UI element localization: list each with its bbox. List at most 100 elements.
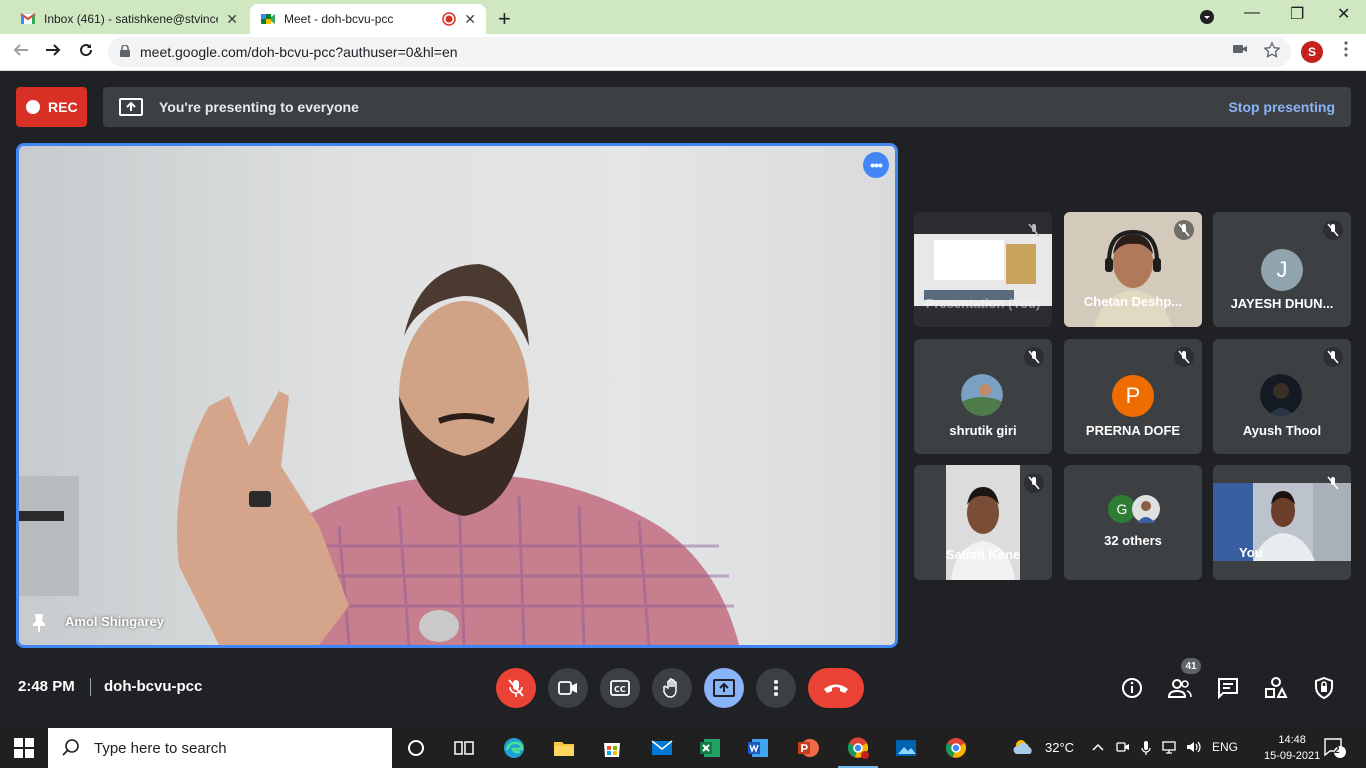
captions-icon: CC bbox=[610, 680, 630, 696]
more-options-button[interactable] bbox=[756, 668, 796, 708]
people-icon[interactable] bbox=[1168, 676, 1192, 700]
muted-icon bbox=[1024, 347, 1044, 367]
svg-text:CC: CC bbox=[614, 685, 626, 694]
browser-toolbar: meet.google.com/doh-bcvu-pcc?authuser=0&… bbox=[0, 34, 1366, 71]
cortana-icon[interactable] bbox=[404, 736, 428, 760]
clock-date: 15-09-2021 bbox=[1264, 750, 1321, 762]
participant-avatar: P bbox=[1112, 375, 1154, 417]
microphone-tray-icon[interactable] bbox=[1140, 740, 1152, 756]
info-icon[interactable] bbox=[1120, 676, 1144, 700]
participant-count-badge: 41 bbox=[1181, 658, 1201, 674]
weather-temp[interactable]: 32°C bbox=[1045, 740, 1074, 755]
network-icon[interactable] bbox=[1162, 740, 1176, 754]
rec-label: REC bbox=[48, 99, 78, 115]
restore-button[interactable]: ❐ bbox=[1290, 4, 1304, 24]
camera-toggle-button[interactable] bbox=[548, 668, 588, 708]
participant-name: You bbox=[1239, 545, 1263, 560]
muted-icon bbox=[1174, 220, 1194, 240]
camera-icon bbox=[558, 681, 577, 695]
participant-tile[interactable]: Chetan Deshp... bbox=[1064, 212, 1202, 327]
participant-name: shrutik giri bbox=[949, 423, 1017, 438]
excel-icon[interactable] bbox=[698, 736, 722, 760]
bookmark-star-icon[interactable] bbox=[1264, 42, 1280, 58]
tab-search-icon[interactable] bbox=[1199, 9, 1215, 25]
mail-icon[interactable] bbox=[650, 736, 674, 760]
tab-gmail[interactable]: Inbox (461) - satishkene@stvince ✕ bbox=[10, 4, 248, 34]
tab-meet[interactable]: Meet - doh-bcvu-pcc ✕ bbox=[250, 4, 486, 34]
chevron-up-icon[interactable] bbox=[1092, 742, 1104, 752]
main-speaker-name: Amol Shingarey bbox=[65, 614, 164, 629]
photos-icon[interactable] bbox=[894, 736, 918, 760]
participant-tile[interactable]: Satish Kene bbox=[914, 465, 1052, 580]
present-screen-icon bbox=[119, 98, 143, 116]
task-view-icon[interactable] bbox=[452, 736, 476, 760]
muted-icon bbox=[1024, 220, 1044, 240]
close-tab-icon[interactable]: ✕ bbox=[464, 11, 476, 28]
close-window-button[interactable]: ✕ bbox=[1337, 4, 1350, 24]
participant-tile[interactable]: shrutik giri bbox=[914, 339, 1052, 454]
camera-tray-icon[interactable] bbox=[1116, 740, 1130, 754]
mic-toggle-button[interactable] bbox=[496, 668, 536, 708]
host-controls-icon[interactable] bbox=[1312, 676, 1336, 700]
taskbar-search-input[interactable]: Type here to search bbox=[48, 728, 392, 768]
minimize-button[interactable]: — bbox=[1244, 4, 1260, 22]
new-tab-button[interactable]: + bbox=[498, 6, 511, 32]
leave-call-button[interactable] bbox=[808, 668, 864, 708]
word-icon[interactable] bbox=[746, 736, 770, 760]
pin-icon[interactable] bbox=[31, 613, 47, 633]
close-tab-icon[interactable]: ✕ bbox=[226, 11, 238, 28]
lock-icon bbox=[120, 45, 130, 57]
divider bbox=[90, 678, 91, 696]
language-indicator[interactable]: ENG bbox=[1212, 740, 1238, 754]
forward-icon[interactable] bbox=[44, 41, 62, 59]
participant-tile[interactable]: Ayush Thool bbox=[1213, 339, 1351, 454]
chrome-icon[interactable] bbox=[944, 736, 968, 760]
meet-control-bar: 2:48 PM doh-bcvu-pcc CC 41 bbox=[0, 658, 1366, 718]
meet-icon bbox=[261, 14, 275, 24]
chrome-profile-icon[interactable] bbox=[846, 736, 870, 760]
address-bar[interactable]: meet.google.com/doh-bcvu-pcc?authuser=0&… bbox=[108, 37, 1291, 67]
mic-off-icon bbox=[508, 679, 524, 697]
others-tile[interactable]: G 32 others bbox=[1064, 465, 1202, 580]
muted-icon bbox=[1323, 220, 1343, 240]
speaker-video-frame bbox=[19, 264, 739, 645]
more-options-icon[interactable]: ••• bbox=[863, 152, 889, 178]
chrome-menu-icon[interactable] bbox=[1344, 41, 1348, 57]
recording-badge[interactable]: REC bbox=[16, 87, 87, 127]
present-now-button[interactable] bbox=[704, 668, 744, 708]
participant-tile[interactable]: Presentation (You) bbox=[914, 212, 1052, 327]
main-speaker-video[interactable]: ••• Amol Shingarey bbox=[16, 143, 898, 648]
raise-hand-button[interactable] bbox=[652, 668, 692, 708]
powerpoint-icon[interactable] bbox=[796, 736, 820, 760]
activities-icon[interactable] bbox=[1264, 676, 1288, 700]
record-dot-icon bbox=[26, 100, 40, 114]
participant-tile[interactable]: J JAYESH DHUN... bbox=[1213, 212, 1351, 327]
microsoft-store-icon[interactable] bbox=[600, 736, 624, 760]
more-vert-icon bbox=[774, 680, 778, 696]
muted-icon bbox=[1174, 347, 1194, 367]
profile-avatar[interactable]: S bbox=[1301, 41, 1323, 63]
windows-start-icon[interactable] bbox=[14, 738, 34, 758]
volume-icon[interactable] bbox=[1186, 740, 1202, 754]
stop-presenting-button[interactable]: Stop presenting bbox=[1228, 99, 1335, 115]
camera-in-use-icon[interactable] bbox=[1232, 42, 1248, 56]
captions-button[interactable]: CC bbox=[600, 668, 640, 708]
participant-tile[interactable]: P PRERNA DOFE bbox=[1064, 339, 1202, 454]
taskbar-clock[interactable]: 14:48 15-09-2021 bbox=[1264, 732, 1320, 764]
participant-video bbox=[946, 465, 1020, 580]
gmail-icon bbox=[20, 13, 36, 24]
presenting-text: You're presenting to everyone bbox=[159, 99, 359, 115]
participant-name: JAYESH DHUN... bbox=[1230, 296, 1334, 311]
chat-icon[interactable] bbox=[1216, 676, 1240, 700]
file-explorer-icon[interactable] bbox=[552, 736, 576, 760]
others-count-label: 32 others bbox=[1104, 533, 1162, 548]
weather-cloud-icon[interactable] bbox=[1012, 738, 1036, 756]
presenting-banner: You're presenting to everyone Stop prese… bbox=[103, 87, 1351, 127]
search-icon bbox=[62, 739, 79, 756]
reload-icon[interactable] bbox=[77, 41, 95, 59]
participant-name: Presentation (You) bbox=[925, 296, 1041, 311]
self-tile[interactable]: You bbox=[1213, 465, 1351, 580]
back-icon[interactable] bbox=[12, 41, 30, 59]
raise-hand-icon bbox=[663, 678, 677, 698]
edge-icon[interactable] bbox=[502, 736, 526, 760]
